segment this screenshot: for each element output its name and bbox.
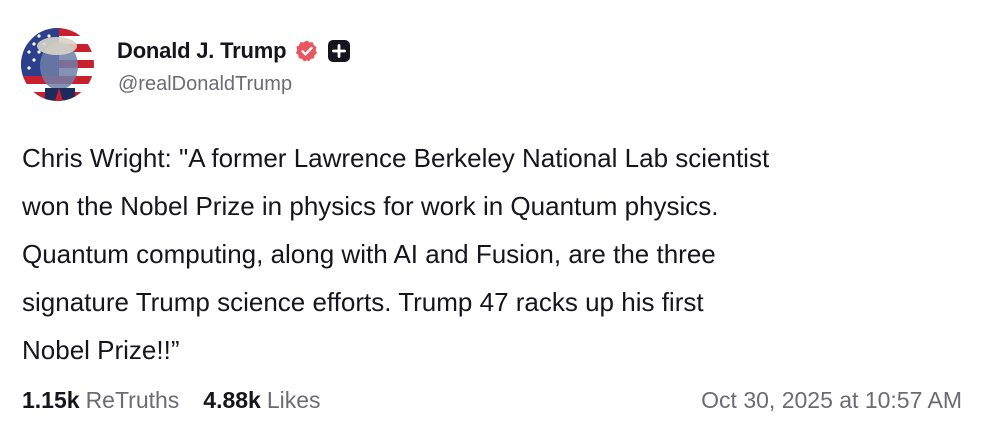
avatar[interactable] — [21, 28, 94, 101]
likes-label: Likes — [266, 386, 321, 413]
author-row: Donald J. Trump — [117, 35, 351, 67]
avatar-image — [21, 28, 94, 101]
author-handle[interactable]: @realDonaldTrump — [118, 73, 292, 96]
retruths-label: ReTruths — [85, 386, 180, 413]
post-footer: 1.15k ReTruths 4.88k Likes Oct 30, 2025 … — [22, 383, 962, 417]
post-text: Chris Wright: "A former Lawrence Berkele… — [22, 143, 770, 365]
author-display-name[interactable]: Donald J. Trump — [117, 38, 287, 64]
verified-badge-icon — [296, 40, 318, 62]
retruths-stat[interactable]: 1.15k ReTruths — [22, 387, 179, 414]
retruths-count: 1.15k — [22, 386, 80, 413]
likes-stat[interactable]: 4.88k Likes — [203, 387, 320, 414]
likes-count: 4.88k — [203, 386, 261, 413]
post-timestamp[interactable]: Oct 30, 2025 at 10:57 AM — [701, 387, 962, 414]
post-card: Donald J. Trump @realDonaldTrump Chris W… — [0, 0, 1000, 430]
plus-badge-icon — [328, 40, 351, 62]
